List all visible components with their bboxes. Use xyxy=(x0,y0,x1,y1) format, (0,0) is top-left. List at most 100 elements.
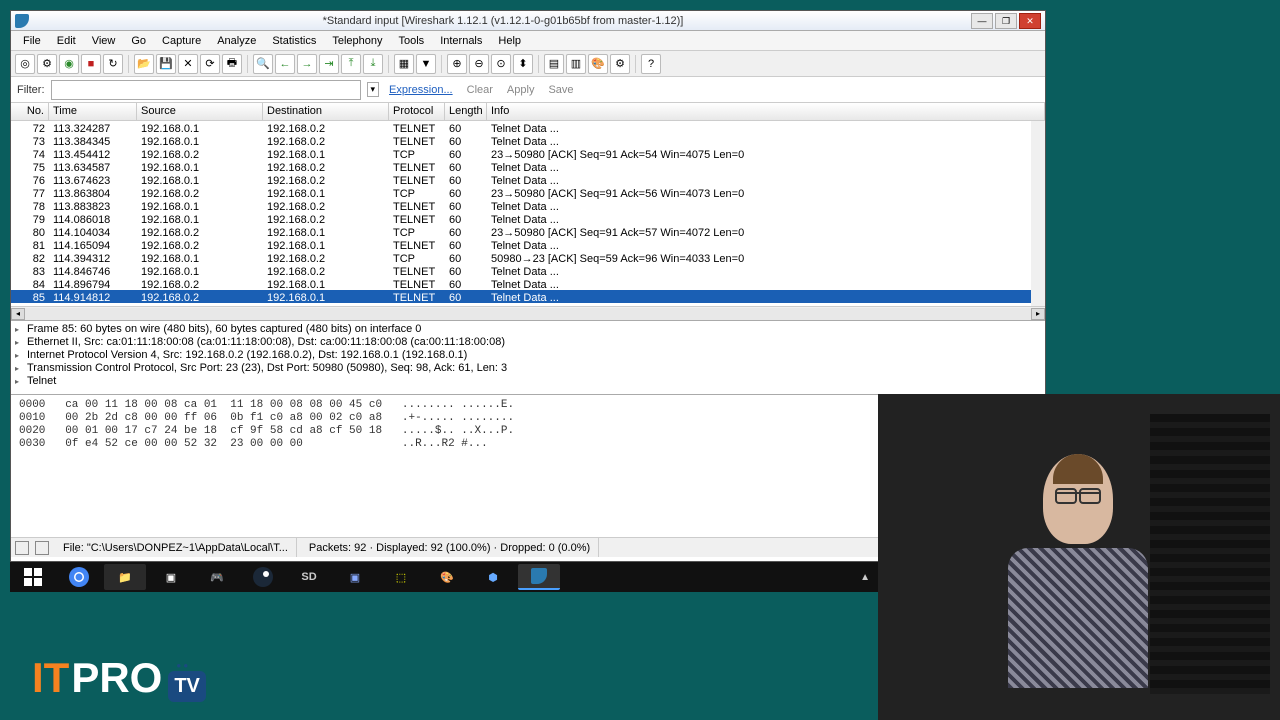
toolbar: ◎ ⚙ ◉ ■ ↻ 📂 💾 ✕ ⟳ 🖶 🔍 ← → ⇥ ⤒ ⤓ ▦ ▼ ⊕ ⊖ … xyxy=(11,51,1045,77)
detail-row[interactable]: Frame 85: 60 bytes on wire (480 bits), 6… xyxy=(15,323,1041,336)
col-info[interactable]: Info xyxy=(487,103,1045,120)
packet-row[interactable]: 73113.384345192.168.0.1192.168.0.2TELNET… xyxy=(11,134,1045,147)
packet-row[interactable]: 84114.896794192.168.0.2192.168.0.1TELNET… xyxy=(11,277,1045,290)
packet-row[interactable]: 81114.165094192.168.0.2192.168.0.1TELNET… xyxy=(11,238,1045,251)
reload-button[interactable]: ⟳ xyxy=(200,54,220,74)
zoom-out-button[interactable]: ⊖ xyxy=(469,54,489,74)
wireshark-taskbar-icon[interactable] xyxy=(518,564,560,590)
steam-icon[interactable] xyxy=(242,564,284,590)
print-button[interactable]: 🖶 xyxy=(222,54,242,74)
menu-help[interactable]: Help xyxy=(490,33,529,49)
packet-row[interactable]: 82114.394312192.168.0.1192.168.0.2TCP605… xyxy=(11,251,1045,264)
next-button[interactable]: → xyxy=(297,54,317,74)
packet-row[interactable]: 74113.454412192.168.0.2192.168.0.1TCP602… xyxy=(11,147,1045,160)
first-button[interactable]: ⤒ xyxy=(341,54,361,74)
start-button[interactable] xyxy=(12,564,54,590)
menu-file[interactable]: File xyxy=(15,33,49,49)
virtualbox-icon[interactable]: ▣ xyxy=(334,564,376,590)
packet-row[interactable]: 75113.634587192.168.0.1192.168.0.2TELNET… xyxy=(11,160,1045,173)
packet-row[interactable]: 78113.883823192.168.0.1192.168.0.2TELNET… xyxy=(11,199,1045,212)
menu-go[interactable]: Go xyxy=(123,33,154,49)
capture-filters-button[interactable]: ▤ xyxy=(544,54,564,74)
minimize-button[interactable]: — xyxy=(971,13,993,29)
save-filter-button[interactable]: Save xyxy=(544,84,577,96)
close-button[interactable]: ✕ xyxy=(1019,13,1041,29)
explorer-icon[interactable]: 📁 xyxy=(104,564,146,590)
preferences-button[interactable]: ⚙ xyxy=(610,54,630,74)
col-time[interactable]: Time xyxy=(49,103,137,120)
horizontal-scrollbar[interactable]: ◂▸ xyxy=(11,306,1045,320)
titlebar: *Standard input [Wireshark 1.12.1 (v1.12… xyxy=(11,11,1045,31)
packet-row[interactable]: 72113.324287192.168.0.1192.168.0.2TELNET… xyxy=(11,121,1045,134)
resize-cols-button[interactable]: ⬍ xyxy=(513,54,533,74)
packet-row[interactable]: 77113.863804192.168.0.2192.168.0.1TCP602… xyxy=(11,186,1045,199)
menu-statistics[interactable]: Statistics xyxy=(264,33,324,49)
col-destination[interactable]: Destination xyxy=(263,103,389,120)
last-button[interactable]: ⤓ xyxy=(363,54,383,74)
packet-row[interactable]: 79114.086018192.168.0.1192.168.0.2TELNET… xyxy=(11,212,1045,225)
packet-row[interactable]: 83114.846746192.168.0.1192.168.0.2TELNET… xyxy=(11,264,1045,277)
gamepad-icon[interactable]: 🎮 xyxy=(196,564,238,590)
interfaces-button[interactable]: ◎ xyxy=(15,54,35,74)
packet-list[interactable]: 72113.324287192.168.0.1192.168.0.2TELNET… xyxy=(11,121,1045,306)
help-button[interactable]: ? xyxy=(641,54,661,74)
terminal-icon[interactable]: ▣ xyxy=(150,564,192,590)
display-filters-button[interactable]: ▥ xyxy=(566,54,586,74)
filter-input[interactable] xyxy=(51,80,361,100)
packet-details-pane[interactable]: Frame 85: 60 bytes on wire (480 bits), 6… xyxy=(11,321,1045,395)
wireshark-icon xyxy=(15,14,29,28)
start-capture-button[interactable]: ◉ xyxy=(59,54,79,74)
menu-analyze[interactable]: Analyze xyxy=(209,33,264,49)
putty-icon[interactable]: ⬚ xyxy=(380,564,422,590)
webcam-overlay xyxy=(878,394,1280,720)
stop-capture-button[interactable]: ■ xyxy=(81,54,101,74)
expression-button[interactable]: Expression... xyxy=(385,84,457,96)
autoscroll-button[interactable]: ▼ xyxy=(416,54,436,74)
detail-row[interactable]: Transmission Control Protocol, Src Port:… xyxy=(15,362,1041,375)
clear-button[interactable]: Clear xyxy=(463,84,497,96)
capture-comment-icon[interactable] xyxy=(35,541,49,555)
options-button[interactable]: ⚙ xyxy=(37,54,57,74)
goto-button[interactable]: ⇥ xyxy=(319,54,339,74)
detail-row[interactable]: Internet Protocol Version 4, Src: 192.16… xyxy=(15,349,1041,362)
zoom-in-button[interactable]: ⊕ xyxy=(447,54,467,74)
filter-dropdown-button[interactable]: ▾ xyxy=(367,82,380,97)
zoom-reset-button[interactable]: ⊙ xyxy=(491,54,511,74)
colorize-button[interactable]: ▦ xyxy=(394,54,414,74)
chrome-icon[interactable] xyxy=(58,564,100,590)
status-file: File: "C:\Users\DONPEZ~1\AppData\Local\T… xyxy=(55,538,297,557)
sd-icon[interactable]: SD xyxy=(288,564,330,590)
menu-view[interactable]: View xyxy=(84,33,124,49)
gns3-icon[interactable]: ⬢ xyxy=(472,564,514,590)
restart-capture-button[interactable]: ↻ xyxy=(103,54,123,74)
detail-row[interactable]: Ethernet II, Src: ca:01:11:18:00:08 (ca:… xyxy=(15,336,1041,349)
coloring-rules-button[interactable]: 🎨 xyxy=(588,54,608,74)
filter-bar: Filter: ▾ Expression... Clear Apply Save xyxy=(11,77,1045,103)
col-length[interactable]: Length xyxy=(445,103,487,120)
detail-row[interactable]: Telnet xyxy=(15,375,1041,388)
packet-row[interactable]: 85114.914812192.168.0.2192.168.0.1TELNET… xyxy=(11,290,1045,303)
system-tray[interactable]: ▲ xyxy=(854,572,876,583)
menu-internals[interactable]: Internals xyxy=(432,33,490,49)
col-no[interactable]: No. xyxy=(11,103,49,120)
packet-row[interactable]: 80114.104034192.168.0.2192.168.0.1TCP602… xyxy=(11,225,1045,238)
open-button[interactable]: 📂 xyxy=(134,54,154,74)
itprotv-logo: ITPROTV xyxy=(32,654,206,702)
menu-capture[interactable]: Capture xyxy=(154,33,209,49)
maximize-button[interactable]: ❐ xyxy=(995,13,1017,29)
menu-edit[interactable]: Edit xyxy=(49,33,84,49)
menu-tools[interactable]: Tools xyxy=(391,33,433,49)
close-file-button[interactable]: ✕ xyxy=(178,54,198,74)
prev-button[interactable]: ← xyxy=(275,54,295,74)
expert-info-icon[interactable] xyxy=(15,541,29,555)
col-source[interactable]: Source xyxy=(137,103,263,120)
apply-button[interactable]: Apply xyxy=(503,84,539,96)
status-packets: Packets: 92 · Displayed: 92 (100.0%) · D… xyxy=(301,538,599,557)
col-protocol[interactable]: Protocol xyxy=(389,103,445,120)
menu-telephony[interactable]: Telephony xyxy=(324,33,390,49)
packet-row[interactable]: 76113.674623192.168.0.1192.168.0.2TELNET… xyxy=(11,173,1045,186)
paint-icon[interactable]: 🎨 xyxy=(426,564,468,590)
find-button[interactable]: 🔍 xyxy=(253,54,273,74)
save-button[interactable]: 💾 xyxy=(156,54,176,74)
vertical-scrollbar[interactable] xyxy=(1031,121,1045,306)
